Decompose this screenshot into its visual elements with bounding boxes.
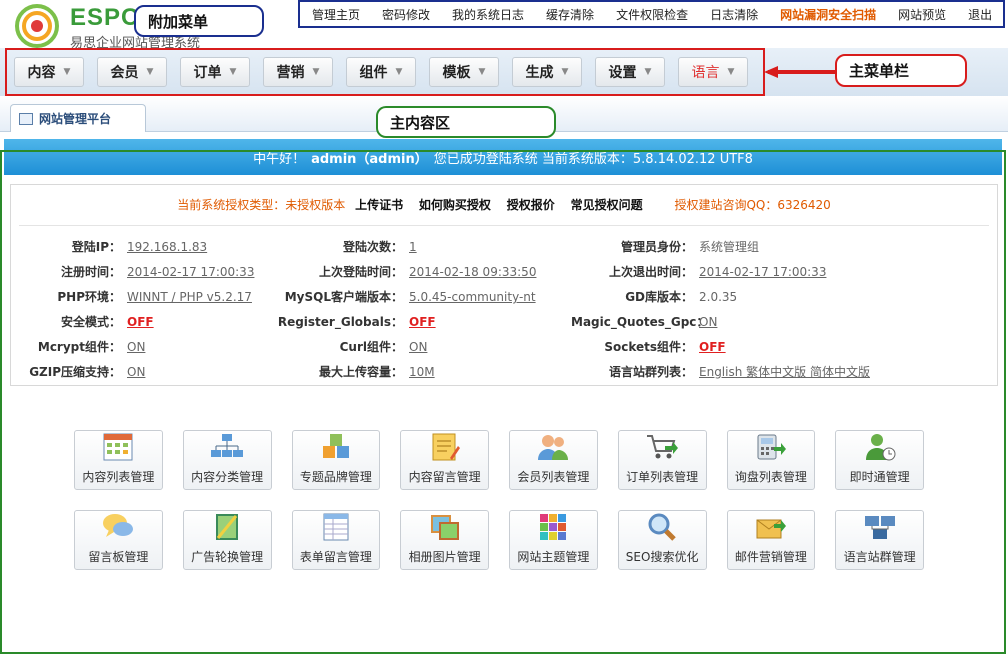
menu-language-label: 语言 [691,65,720,81]
arrow-left-icon [764,66,778,78]
menu-settings-label: 设置 [608,65,637,81]
menu-template[interactable]: 模板 ▼ [429,57,499,87]
menu-member[interactable]: 会员 ▼ [97,57,167,87]
menu-marketing-label: 营销 [276,65,305,81]
menu-order[interactable]: 订单 ▼ [180,57,250,87]
menu-generate-label: 生成 [525,65,554,81]
content-area-highlight [0,150,1006,654]
espcms-logo-icon [15,4,59,48]
window-icon [19,112,33,125]
top-menu-security-scan[interactable]: 网站漏洞安全扫描 [780,6,876,23]
top-menu-clear-cache[interactable]: 缓存清除 [546,6,594,23]
chevron-down-icon: ▼ [727,67,735,77]
top-menu-home[interactable]: 管理主页 [312,6,360,23]
top-menu-logout[interactable]: 退出 [968,6,992,23]
top-menu-file-permission[interactable]: 文件权限检查 [616,6,688,23]
chevron-down-icon: ▼ [395,67,403,77]
menu-order-label: 订单 [193,65,222,81]
top-menu: 管理主页 密码修改 我的系统日志 缓存清除 文件权限检查 日志清除 网站漏洞安全… [298,0,1005,28]
tab-label: 网站管理平台 [39,112,112,126]
chevron-down-icon: ▼ [146,67,154,77]
chevron-down-icon: ▼ [478,67,486,77]
menu-component[interactable]: 组件 ▼ [346,57,416,87]
callout-main-menu: 主菜单栏 [835,54,967,87]
chevron-down-icon: ▼ [63,67,71,77]
chevron-down-icon: ▼ [644,67,652,77]
menu-generate[interactable]: 生成 ▼ [512,57,582,87]
top-menu-my-log[interactable]: 我的系统日志 [452,6,524,23]
menu-language[interactable]: 语言 ▼ [678,57,748,87]
callout-content-area: 主内容区 [376,106,556,138]
top-menu-password[interactable]: 密码修改 [382,6,430,23]
logo-brand: ESPC [70,4,140,31]
chevron-down-icon: ▼ [312,67,320,77]
menu-content[interactable]: 内容 ▼ [14,57,84,87]
tab-admin-platform[interactable]: 网站管理平台 [10,104,146,132]
callout-top-menu: 附加菜单 [134,5,264,37]
menu-content-label: 内容 [27,65,56,81]
menu-settings[interactable]: 设置 ▼ [595,57,665,87]
main-menu: 内容 ▼ 会员 ▼ 订单 ▼ 营销 ▼ 组件 ▼ 模板 ▼ 生成 ▼ 设置 ▼ 语言 ▼ [14,57,761,87]
menu-template-label: 模板 [442,65,471,81]
chevron-down-icon: ▼ [561,67,569,77]
chevron-down-icon: ▼ [229,67,237,77]
callout-arrow [768,70,836,74]
menu-member-label: 会员 [110,65,139,81]
top-menu-preview[interactable]: 网站预览 [898,6,946,23]
menu-marketing[interactable]: 营销 ▼ [263,57,333,87]
menu-component-label: 组件 [359,65,388,81]
top-menu-clear-log[interactable]: 日志清除 [710,6,758,23]
